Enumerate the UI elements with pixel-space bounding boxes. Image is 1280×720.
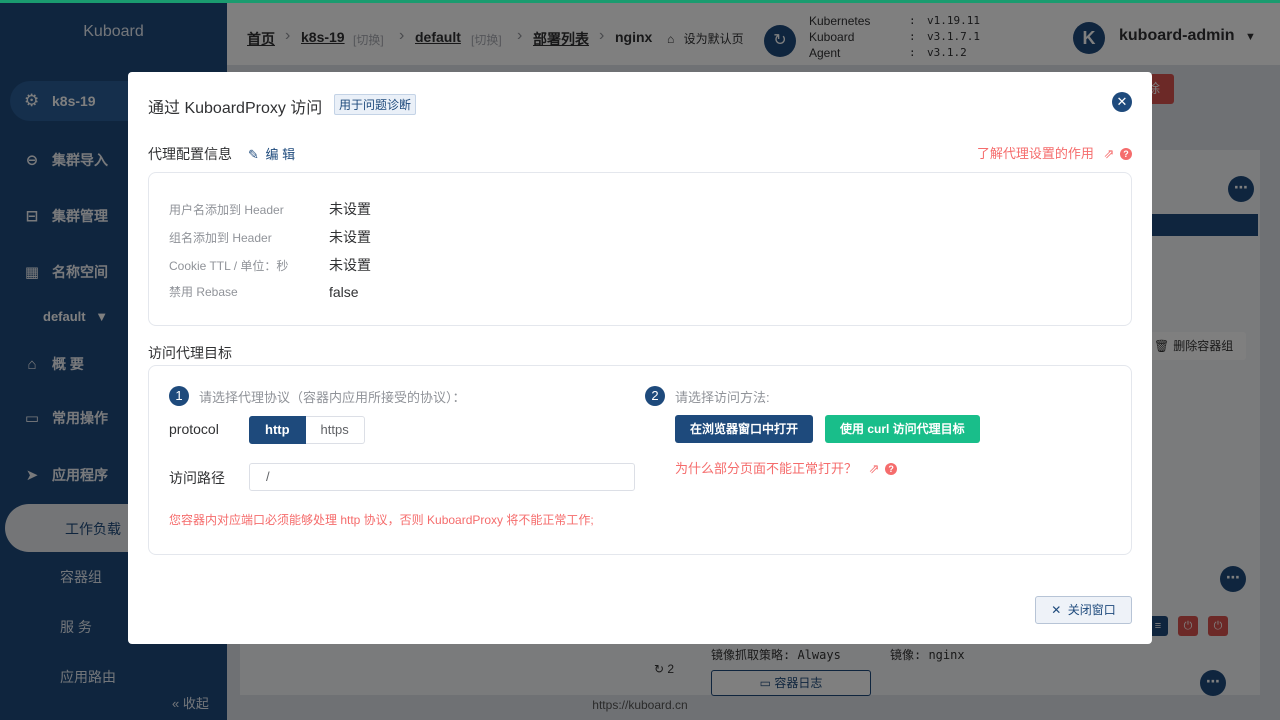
config-value: false <box>329 283 359 300</box>
step-text: 请选择访问方法: <box>675 389 770 405</box>
why-link[interactable]: 为什么部分页面不能正常打开？ ⇗ ? <box>675 458 898 477</box>
open-in-browser-button[interactable]: 在浏览器窗口中打开 <box>675 415 814 443</box>
step-text: 请选择代理协议（容器内应用所接受的协议）： <box>199 389 466 405</box>
step-protocol: 1 请选择代理协议（容器内应用所接受的协议）： <box>169 386 466 406</box>
config-label: 禁用 Rebase <box>169 285 238 299</box>
edit-config-button[interactable]: ✎ 编 辑 <box>248 144 295 163</box>
protocol-option-http[interactable]: http <box>249 416 306 444</box>
proxy-config-title: 代理配置信息 <box>148 146 232 162</box>
config-value: 未设置 <box>329 229 371 245</box>
config-value: 未设置 <box>329 201 371 217</box>
question-icon: ? <box>885 463 898 475</box>
config-value: 未设置 <box>329 257 371 273</box>
proxy-config-box: 用户名添加到 Header 未设置 组名添加到 Header 未设置 Cooki… <box>148 172 1132 326</box>
path-label: 访问路径 <box>169 470 225 486</box>
close-dialog-button[interactable]: ✕ 关闭窗口 <box>1035 596 1132 624</box>
config-row: 组名添加到 Header 未设置 <box>169 227 371 247</box>
dialog-tag: 用于问题诊断 <box>334 94 417 115</box>
step-method: 2 请选择访问方法: <box>645 386 770 406</box>
config-label: 组名添加到 Header <box>169 230 272 245</box>
config-row: 禁用 Rebase false <box>169 283 359 300</box>
kuboard-proxy-dialog: 通过 KuboardProxy 访问 用于问题诊断 ✕ 代理配置信息 ✎ 编 辑… <box>128 72 1152 644</box>
proxy-target-box: 1 请选择代理协议（容器内应用所接受的协议）： protocol http ht… <box>148 365 1132 555</box>
external-link-icon: ⇗ <box>1103 146 1115 161</box>
close-icon: ✕ <box>1051 603 1062 617</box>
edit-icon: ✎ <box>248 147 259 162</box>
proxy-help-link[interactable]: 了解代理设置的作用 ⇗ ? <box>977 143 1132 162</box>
question-icon: ? <box>1120 148 1132 160</box>
path-input[interactable]: / <box>249 463 635 491</box>
protocol-option-https[interactable]: https <box>305 416 365 444</box>
protocol-selector: http https <box>249 416 365 444</box>
use-curl-button[interactable]: 使用 curl 访问代理目标 <box>825 415 980 443</box>
close-icon[interactable]: ✕ <box>1112 92 1132 112</box>
protocol-label: protocol <box>169 421 219 437</box>
step-number: 2 <box>645 386 665 406</box>
proxy-target-title: 访问代理目标 <box>148 345 232 361</box>
step-number: 1 <box>169 386 189 406</box>
config-row: Cookie TTL / 单位：秒 未设置 <box>169 255 371 275</box>
external-link-icon: ⇗ <box>868 461 880 476</box>
dialog-title: 通过 KuboardProxy 访问 <box>148 100 323 117</box>
config-row: 用户名添加到 Header 未设置 <box>169 199 371 219</box>
top-accent-line <box>0 0 1280 3</box>
protocol-warning: 您容器内对应端口必须能够处理 http 协议，否则 KuboardProxy 将… <box>169 513 594 527</box>
config-label: 用户名添加到 Header <box>169 202 284 217</box>
config-label: Cookie TTL / 单位：秒 <box>169 258 289 273</box>
